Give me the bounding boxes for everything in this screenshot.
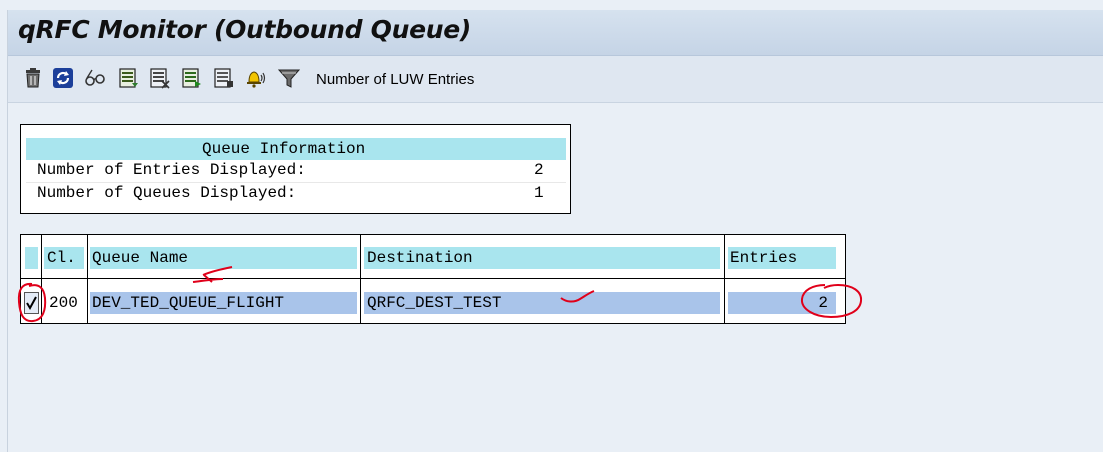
cell-queue-name[interactable]: DEV_TED_QUEUE_FLIGHT: [90, 292, 357, 314]
column-header-entries-label: Entries: [730, 249, 798, 267]
column-header-client-label: Cl.: [47, 249, 76, 267]
column-header-entries[interactable]: Entries: [728, 247, 836, 269]
cell-queue-name-text: DEV_TED_QUEUE_FLIGHT: [92, 294, 285, 312]
page-title: qRFC Monitor (Outbound Queue): [18, 15, 472, 44]
column-divider: [360, 235, 361, 323]
queue-information-title: Queue Information: [202, 140, 366, 158]
queues-displayed-label: Number of Queues Displayed:: [37, 184, 297, 202]
queue-table: Cl. Queue Name Destination Entries 200 D…: [20, 234, 846, 324]
entries-displayed-label: Number of Entries Displayed:: [37, 161, 306, 179]
column-header-queue-name[interactable]: Queue Name: [90, 247, 357, 269]
header-divider: [21, 278, 845, 279]
row-select-checkbox[interactable]: [24, 292, 39, 314]
info-row-entries: Number of Entries Displayed: 2: [26, 160, 566, 181]
cell-entries[interactable]: 2: [728, 292, 836, 314]
queue-information-header: Queue Information: [26, 138, 566, 160]
queue-information-box: Queue Information Number of Entries Disp…: [20, 124, 571, 214]
unlock-queue-icon[interactable]: [149, 67, 171, 89]
activate-queue-icon[interactable]: [181, 67, 203, 89]
column-header-destination-label: Destination: [367, 249, 473, 267]
column-divider: [724, 235, 725, 323]
column-header-destination[interactable]: Destination: [364, 247, 720, 269]
refresh-icon[interactable]: [52, 67, 74, 89]
column-header-queue-name-label: Queue Name: [92, 249, 189, 267]
sap-window: qRFC Monitor (Outbound Queue) Number of …: [0, 0, 1103, 452]
cell-destination[interactable]: QRFC_DEST_TEST: [364, 292, 720, 314]
entries-displayed-value: 2: [534, 161, 544, 179]
lock-queue-icon[interactable]: [118, 67, 140, 89]
cell-client: 200: [49, 294, 78, 312]
application-toolbar: [8, 56, 1103, 103]
deactivate-queue-icon[interactable]: [213, 67, 235, 89]
checkmark-icon: [26, 296, 37, 311]
delete-icon[interactable]: [22, 67, 44, 89]
select-all-header[interactable]: [25, 247, 38, 269]
display-details-icon[interactable]: [84, 67, 106, 89]
filter-icon[interactable]: [278, 67, 300, 89]
luw-entries-button[interactable]: Number of LUW Entries: [316, 71, 474, 88]
queues-displayed-value: 1: [534, 184, 544, 202]
cell-entries-text: 2: [818, 294, 828, 312]
info-row-queues: Number of Queues Displayed: 1: [26, 182, 566, 204]
cell-destination-text: QRFC_DEST_TEST: [367, 294, 502, 312]
alert-icon[interactable]: [244, 67, 266, 89]
column-divider: [41, 235, 42, 323]
column-header-client[interactable]: Cl.: [44, 247, 84, 269]
column-divider: [87, 235, 88, 323]
